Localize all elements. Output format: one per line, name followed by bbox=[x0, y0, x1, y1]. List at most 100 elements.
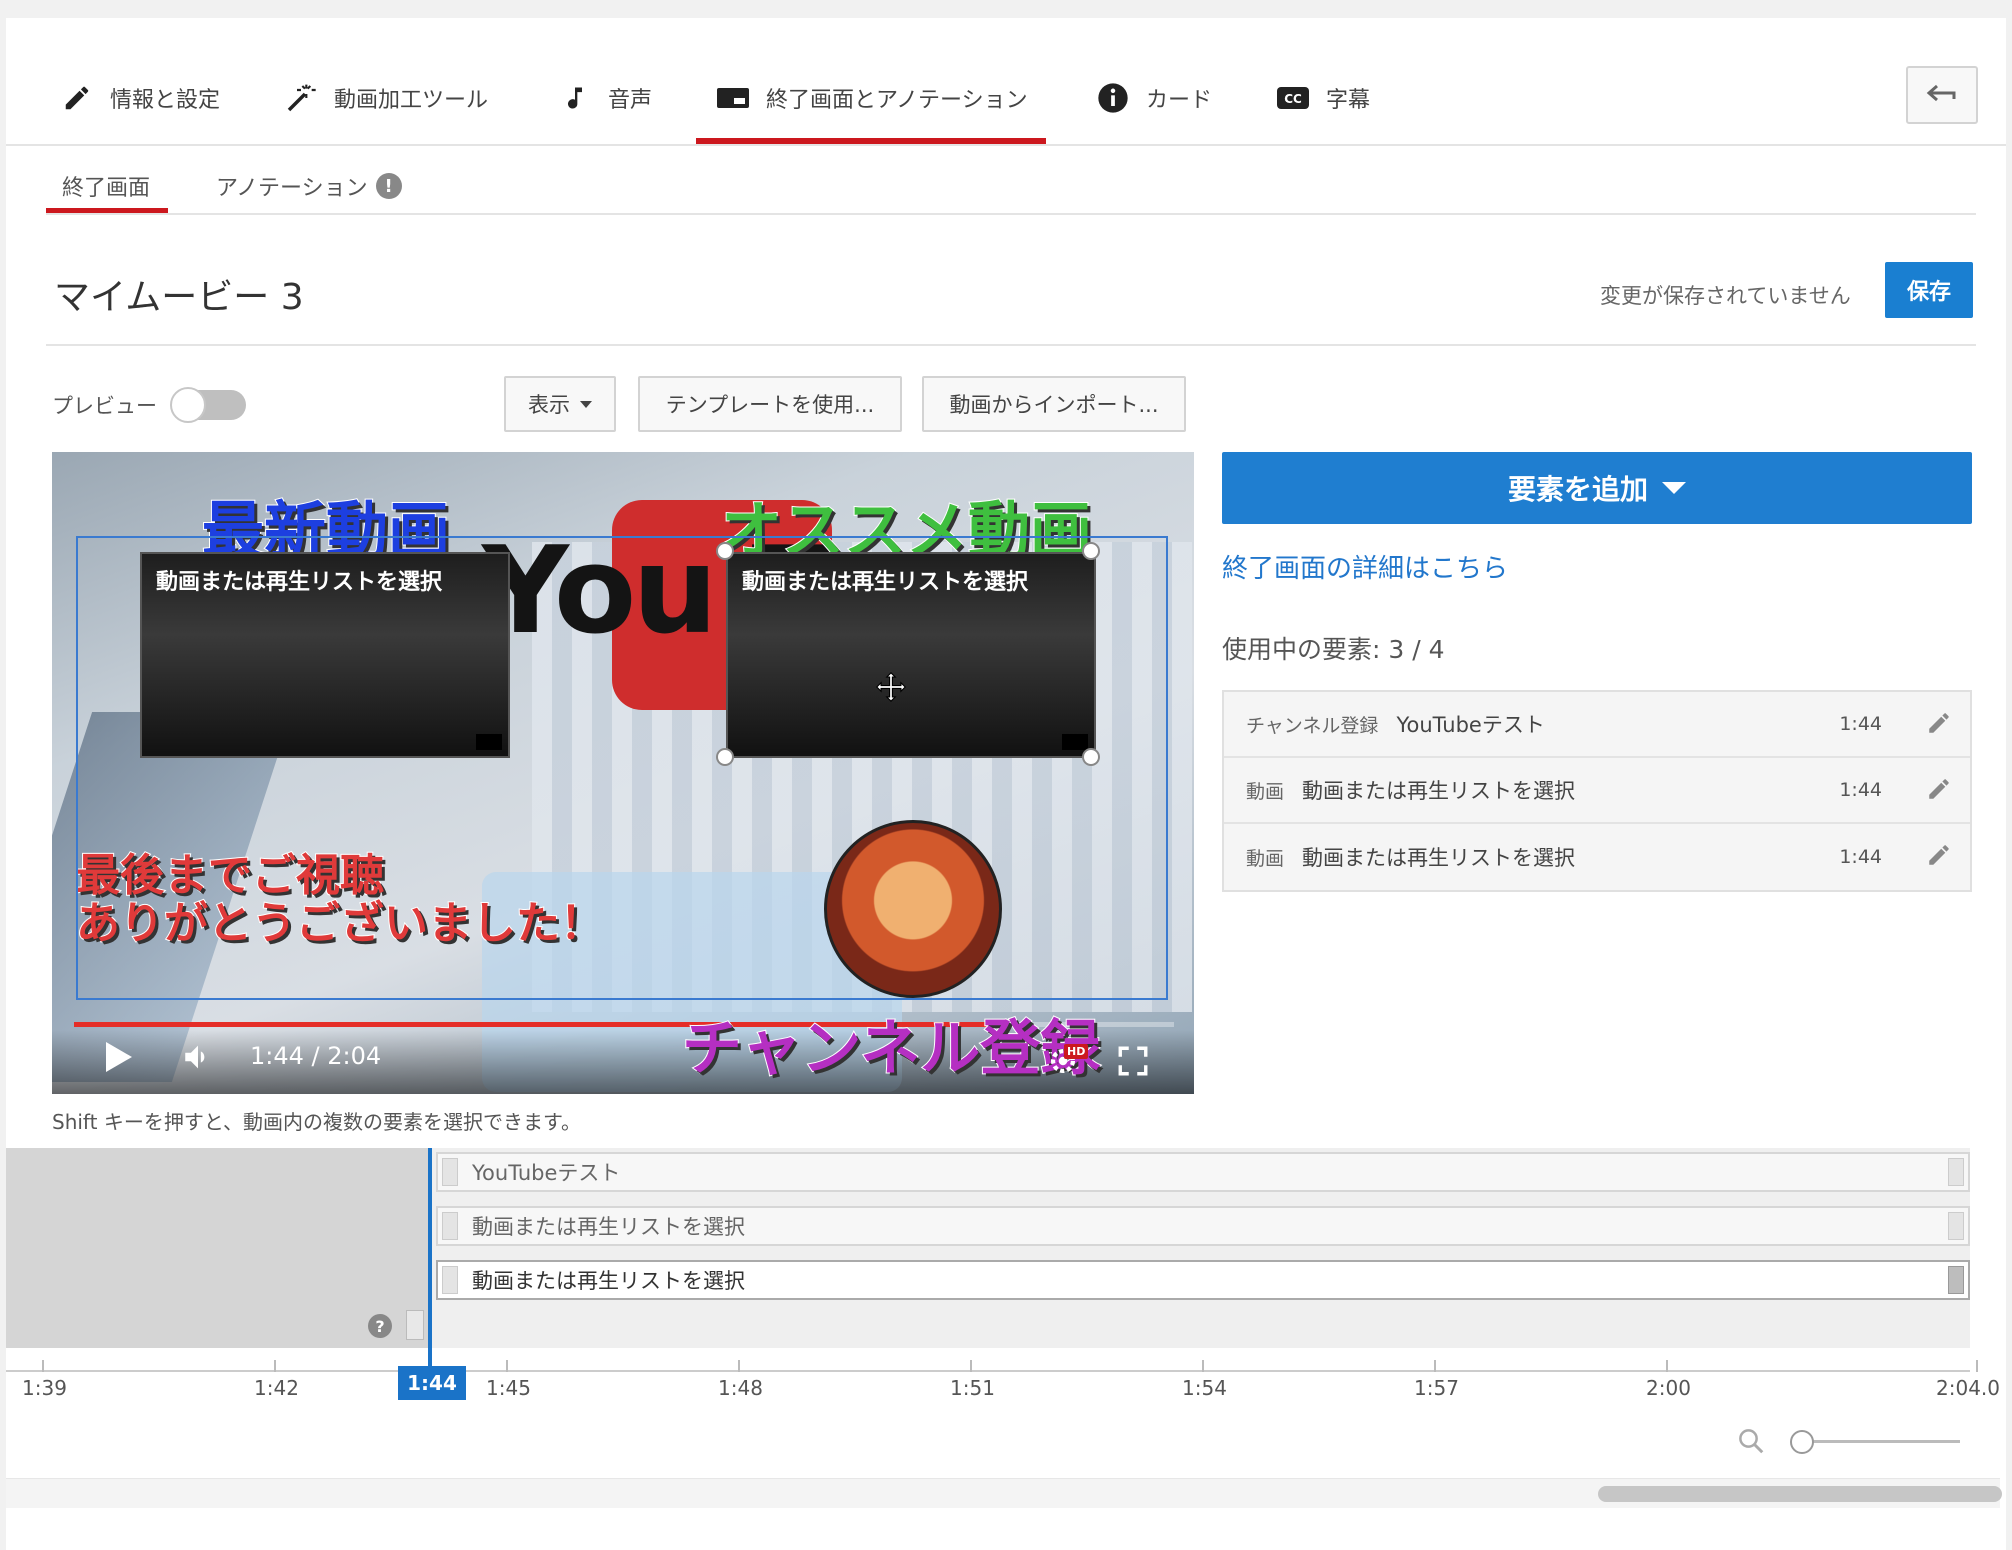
timeline-tick bbox=[1666, 1360, 1668, 1372]
element-label: 動画または再生リストを選択 bbox=[742, 570, 1029, 595]
tab-enhancements[interactable]: 動画加工ツール bbox=[284, 76, 488, 120]
resize-handle-bl[interactable] bbox=[716, 748, 734, 766]
timeline-track[interactable]: 動画または再生リストを選択 bbox=[436, 1206, 1970, 1246]
track-start-handle[interactable] bbox=[442, 1158, 458, 1186]
element-start-time: 1:44 bbox=[1839, 713, 1882, 735]
element-title: YouTubeテスト bbox=[1396, 713, 1545, 737]
toggle-knob bbox=[170, 387, 206, 423]
element-label: 動画または再生リストを選択 bbox=[156, 570, 443, 595]
use-template-button[interactable]: テンプレートを使用... bbox=[638, 376, 902, 432]
svg-text:CC: CC bbox=[1284, 92, 1302, 106]
element-kind: 動画 bbox=[1246, 847, 1285, 870]
end-screen-icon bbox=[716, 81, 750, 115]
resize-handle-tr[interactable] bbox=[1082, 542, 1100, 560]
tab-audio[interactable]: 音声 bbox=[558, 76, 652, 120]
resize-handle-br[interactable] bbox=[1082, 748, 1100, 766]
timeline-tick-label: 1:39 bbox=[22, 1376, 67, 1400]
tab-cards[interactable]: カード bbox=[1096, 76, 1212, 120]
timeline-tick bbox=[738, 1360, 740, 1372]
preview-toggle[interactable] bbox=[170, 387, 246, 423]
preview-label: プレビュー bbox=[52, 394, 157, 418]
track-label: YouTubeテスト bbox=[472, 1161, 621, 1185]
end-screen-element-video-1[interactable]: 動画または再生リストを選択 bbox=[140, 552, 510, 758]
resize-handle-tl[interactable] bbox=[716, 542, 734, 560]
timeline-tick bbox=[274, 1360, 276, 1372]
hd-badge: HD bbox=[1064, 1044, 1089, 1059]
import-from-video-button[interactable]: 動画からインポート... bbox=[922, 376, 1186, 432]
save-button[interactable]: 保存 bbox=[1885, 262, 1973, 318]
move-cursor-icon bbox=[874, 670, 908, 710]
edit-pencil-icon[interactable] bbox=[1926, 842, 1952, 873]
timeline-track[interactable]: YouTubeテスト bbox=[436, 1152, 1970, 1192]
help-icon[interactable]: ? bbox=[368, 1314, 392, 1338]
tab-label: 終了画面とアノテーション bbox=[766, 88, 1028, 113]
track-end-handle[interactable] bbox=[1948, 1266, 1964, 1294]
list-item[interactable]: 動画 動画または再生リストを選択 1:44 bbox=[1224, 758, 1970, 824]
track-start-handle[interactable] bbox=[442, 1212, 458, 1240]
track-start-handle[interactable] bbox=[442, 1266, 458, 1294]
element-start-time: 1:44 bbox=[1839, 846, 1882, 868]
cc-icon: CC bbox=[1276, 81, 1310, 115]
timeline-tick-label: 2:00 bbox=[1646, 1376, 1691, 1400]
info-icon bbox=[1096, 81, 1130, 115]
timeline-tick-label: 1:57 bbox=[1414, 1376, 1459, 1400]
element-kind: チャンネル登録 bbox=[1246, 714, 1379, 737]
pencil-icon bbox=[60, 81, 94, 115]
edit-pencil-icon[interactable] bbox=[1926, 710, 1952, 741]
timeline-tick bbox=[1434, 1360, 1436, 1372]
timeline-axis bbox=[6, 1370, 1970, 1372]
tab-label: 字幕 bbox=[1326, 88, 1371, 113]
multi-select-hint: Shift キーを押すと、動画内の複数の要素を選択できます。 bbox=[52, 1110, 582, 1134]
list-item[interactable]: 動画 動画または再生リストを選択 1:44 bbox=[1224, 824, 1970, 890]
tab-label: 情報と設定 bbox=[110, 88, 221, 113]
tab-end-screen-annotations[interactable]: 終了画面とアノテーション bbox=[716, 76, 1028, 120]
timeline-tick bbox=[506, 1360, 508, 1372]
subscribe-text: チャンネル登録 bbox=[681, 1013, 1101, 1085]
timeline-tick-label: 1:54 bbox=[1182, 1376, 1227, 1400]
subtab-annotations[interactable]: アノテーション ! bbox=[216, 170, 402, 202]
tab-label: カード bbox=[1146, 88, 1213, 113]
range-handle[interactable] bbox=[406, 1310, 424, 1340]
timeline-tick-label: 1:48 bbox=[718, 1376, 763, 1400]
divider bbox=[46, 344, 1976, 346]
zoom-slider-knob[interactable] bbox=[1790, 1430, 1814, 1454]
end-screen-details-link[interactable]: 終了画面の詳細はこちら bbox=[1222, 548, 1508, 585]
subtab-end-screen[interactable]: 終了画面 bbox=[62, 170, 150, 202]
element-kind: 動画 bbox=[1246, 780, 1285, 803]
volume-icon[interactable] bbox=[180, 1040, 216, 1078]
magic-wand-icon bbox=[284, 81, 318, 115]
track-end-handle[interactable] bbox=[1948, 1158, 1964, 1186]
horizontal-scrollbar[interactable] bbox=[1598, 1486, 2002, 1502]
timeline-tick-label: 2:04.0 bbox=[1936, 1376, 2000, 1400]
back-button[interactable] bbox=[1906, 66, 1978, 124]
element-list: チャンネル登録 YouTubeテスト 1:44 動画 動画または再生リストを選択… bbox=[1222, 690, 1972, 892]
subtab-label: アノテーション bbox=[216, 176, 368, 201]
list-item[interactable]: チャンネル登録 YouTubeテスト 1:44 bbox=[1224, 692, 1970, 758]
tab-subtitles[interactable]: CC 字幕 bbox=[1276, 76, 1370, 120]
tab-info-settings[interactable]: 情報と設定 bbox=[60, 76, 220, 120]
fullscreen-icon[interactable] bbox=[1116, 1044, 1150, 1082]
timeline-tick-label: 1:42 bbox=[254, 1376, 299, 1400]
timeline-tick bbox=[1976, 1360, 1978, 1372]
add-element-label: 要素を追加 bbox=[1507, 473, 1648, 506]
edit-pencil-icon[interactable] bbox=[1926, 776, 1952, 807]
playhead[interactable] bbox=[428, 1148, 432, 1374]
add-element-button[interactable]: 要素を追加 bbox=[1222, 452, 1972, 524]
alert-icon: ! bbox=[375, 173, 402, 199]
display-dropdown[interactable]: 表示 bbox=[504, 376, 616, 432]
current-time-label: 1:44 bbox=[398, 1366, 466, 1400]
zoom-slider-track[interactable] bbox=[1800, 1440, 1960, 1443]
timeline-track-selected[interactable]: 動画または再生リストを選択 bbox=[436, 1260, 1970, 1300]
subscribe-element-avatar[interactable] bbox=[824, 820, 1002, 998]
timeline-tick-label: 1:45 bbox=[486, 1376, 531, 1400]
end-screen-element-video-2[interactable]: 動画または再生リストを選択 bbox=[726, 552, 1096, 758]
element-type-badge bbox=[476, 734, 502, 750]
track-end-handle[interactable] bbox=[1948, 1212, 1964, 1240]
element-start-time: 1:44 bbox=[1839, 779, 1882, 801]
display-label: 表示 bbox=[528, 393, 570, 417]
video-player[interactable]: You Tu 最新動画 オススメ動画 最後までご視聴 ありがとうございました！ … bbox=[52, 452, 1194, 1094]
element-type-badge bbox=[1062, 734, 1088, 750]
play-icon[interactable] bbox=[104, 1040, 134, 1078]
timeline-tick-label: 1:51 bbox=[950, 1376, 995, 1400]
track-label: 動画または再生リストを選択 bbox=[472, 1269, 745, 1293]
